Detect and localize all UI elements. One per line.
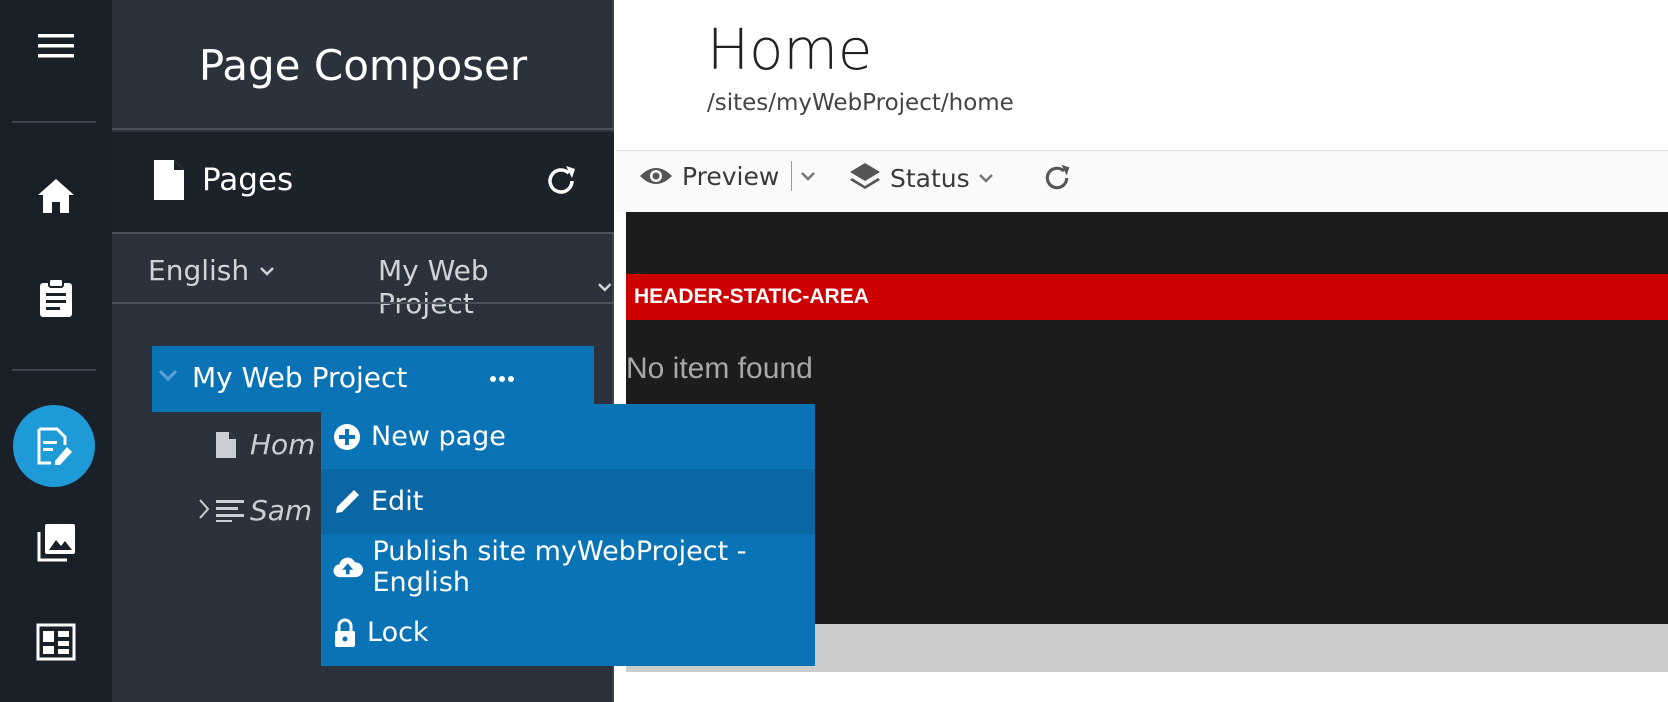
chevron-down-icon bbox=[978, 174, 993, 183]
divider bbox=[112, 302, 614, 304]
refresh-icon[interactable] bbox=[544, 164, 578, 198]
home-icon bbox=[38, 179, 74, 213]
menu-item-edit[interactable]: Edit bbox=[321, 469, 815, 534]
menu-item-new-page[interactable]: New page bbox=[321, 404, 815, 469]
list-icon bbox=[216, 500, 244, 522]
status-label: Status bbox=[890, 163, 970, 193]
pages-label: Pages bbox=[202, 162, 294, 198]
page-composer-nav-button[interactable] bbox=[13, 405, 95, 487]
menu-item-lock[interactable]: Lock bbox=[321, 600, 815, 665]
refresh-button[interactable] bbox=[1042, 163, 1072, 193]
menu-item-label: Publish site myWebProject - English bbox=[372, 535, 747, 598]
context-menu: New page Edit Publish site myWebProject … bbox=[321, 404, 815, 666]
header-static-area: HEADER-STATIC-AREA bbox=[626, 274, 1668, 320]
media-nav-button[interactable] bbox=[0, 516, 112, 570]
panel-title: Page Composer bbox=[198, 40, 528, 90]
language-select[interactable]: English bbox=[148, 254, 275, 287]
empty-message: No item found bbox=[626, 352, 813, 385]
chevron-down-icon bbox=[158, 369, 178, 382]
layers-icon bbox=[850, 163, 880, 189]
menu-item-label: Lock bbox=[367, 617, 429, 648]
tree-item-label: Hom bbox=[250, 428, 316, 461]
status-button[interactable]: Status bbox=[848, 161, 994, 195]
site-value: My Web Project bbox=[378, 254, 489, 320]
dashboard-nav-button[interactable] bbox=[0, 616, 112, 668]
icon-sidebar bbox=[0, 0, 112, 702]
tree-root-label: My Web Project bbox=[192, 361, 408, 394]
preview-button[interactable]: Preview bbox=[638, 161, 816, 191]
chevron-right-icon[interactable] bbox=[198, 498, 210, 520]
chevron-down-icon bbox=[260, 266, 274, 276]
tree-item-label: Sam bbox=[250, 494, 313, 527]
hamburger-icon bbox=[38, 34, 74, 58]
divider bbox=[112, 128, 614, 130]
preview-toolbar: Preview Status bbox=[616, 150, 1668, 212]
divider bbox=[12, 369, 96, 371]
divider bbox=[791, 161, 793, 191]
plus-circle-icon bbox=[334, 423, 360, 450]
tree-root-node[interactable]: My Web Project bbox=[152, 346, 594, 412]
home-nav-button[interactable] bbox=[0, 170, 112, 222]
more-options-icon[interactable] bbox=[490, 375, 514, 383]
menu-item-label: Edit bbox=[371, 486, 424, 517]
page-icon bbox=[216, 432, 236, 458]
refresh-icon bbox=[1045, 164, 1070, 190]
images-icon bbox=[37, 524, 75, 562]
clipboard-icon bbox=[40, 278, 72, 317]
page-icon bbox=[154, 160, 184, 200]
clipboard-nav-button[interactable] bbox=[0, 272, 112, 324]
pages-header: Pages bbox=[112, 132, 614, 232]
language-value: English bbox=[148, 254, 250, 287]
chevron-down-icon[interactable] bbox=[800, 170, 816, 182]
page-edit-icon bbox=[37, 427, 72, 465]
dashboard-icon bbox=[36, 623, 76, 661]
hamburger-menu-button[interactable] bbox=[0, 20, 112, 72]
menu-item-publish[interactable]: Publish site myWebProject - English bbox=[321, 534, 815, 599]
pencil-icon bbox=[336, 489, 359, 513]
divider bbox=[12, 121, 96, 123]
site-select[interactable]: My Web Project bbox=[378, 254, 612, 320]
menu-item-label: New page bbox=[371, 421, 506, 452]
chevron-down-icon bbox=[597, 283, 611, 292]
lock-icon bbox=[335, 618, 355, 647]
divider bbox=[112, 232, 614, 234]
page-path: /sites/myWebProject/home bbox=[707, 90, 1014, 116]
page-title: Home bbox=[707, 18, 873, 83]
eye-icon bbox=[640, 168, 672, 184]
preview-label: Preview bbox=[682, 161, 780, 191]
cloud-upload-icon bbox=[333, 557, 363, 577]
